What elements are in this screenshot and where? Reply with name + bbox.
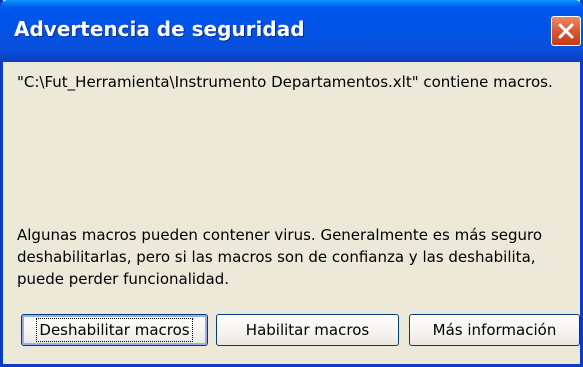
disable-macros-button[interactable]: Deshabilitar macros xyxy=(21,314,208,346)
close-button[interactable] xyxy=(551,16,581,46)
file-macros-message: "C:\Fut_Herramienta\Instrumento Departam… xyxy=(17,73,553,91)
more-info-button[interactable]: Más información xyxy=(409,314,580,346)
title-bar[interactable]: Advertencia de seguridad xyxy=(0,0,583,62)
macro-warning-text: Algunas macros pueden contener virus. Ge… xyxy=(17,226,543,288)
enable-macros-label: Habilitar macros xyxy=(245,321,370,339)
enable-macros-button[interactable]: Habilitar macros xyxy=(216,314,399,346)
close-icon xyxy=(558,23,574,39)
more-info-label: Más información xyxy=(432,321,557,339)
dialog-title: Advertencia de seguridad xyxy=(14,17,305,41)
security-warning-dialog: Advertencia de seguridad "C:\Fut_Herrami… xyxy=(0,0,583,367)
disable-macros-label: Deshabilitar macros xyxy=(36,318,193,342)
